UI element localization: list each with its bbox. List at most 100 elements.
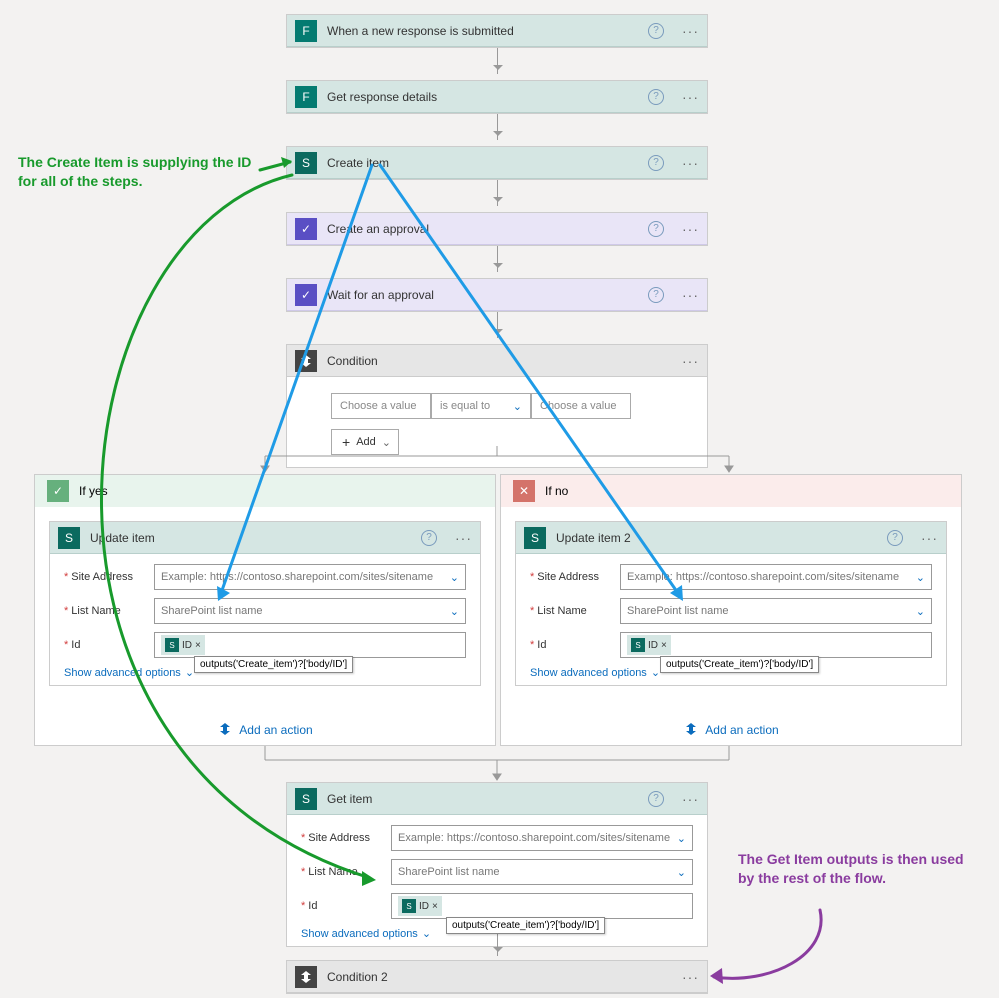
create-approval-step[interactable]: ✓ Create an approval ? ··· — [287, 213, 707, 245]
trigger-step[interactable]: F When a new response is submitted ? ··· — [287, 15, 707, 47]
id-label: Id — [301, 900, 391, 912]
annotation-get-item: The Get Item outputs is then used by the… — [738, 850, 978, 888]
chevron-down-icon: ⌄ — [916, 605, 925, 618]
chevron-down-icon: ⌄ — [450, 605, 459, 618]
if-yes-label: If yes — [79, 484, 108, 498]
condition-row: Choose a value is equal to⌄ Choose a val… — [331, 393, 663, 419]
approval-icon: ✓ — [295, 284, 317, 306]
id-field[interactable]: SID× — [391, 893, 693, 919]
help-icon[interactable]: ? — [648, 155, 664, 171]
help-icon[interactable]: ? — [648, 23, 664, 39]
update-item-step[interactable]: S Update item ? ··· — [50, 522, 480, 554]
help-icon[interactable]: ? — [887, 530, 903, 546]
create-approval-title: Create an approval — [327, 222, 638, 236]
chevron-down-icon: ⌄ — [450, 571, 459, 584]
condition-2-title: Condition 2 — [327, 970, 672, 984]
id-label: Id — [64, 639, 154, 651]
annotation-create-item: The Create Item is supplying the ID for … — [18, 153, 268, 191]
more-icon[interactable]: ··· — [682, 287, 699, 303]
id-label: Id — [530, 639, 620, 651]
get-item-step[interactable]: S Get item ? ··· — [287, 783, 707, 815]
condition-title: Condition — [327, 354, 672, 368]
id-tooltip: outputs('Create_item')?['body/ID'] — [446, 917, 605, 934]
if-no-header: ✕ If no — [501, 475, 961, 507]
get-response-title: Get response details — [327, 90, 638, 104]
id-tooltip: outputs('Create_item')?['body/ID'] — [194, 656, 353, 673]
site-address-field[interactable]: Example: https://contoso.sharepoint.com/… — [391, 825, 693, 851]
connector-arrow — [497, 312, 498, 338]
forms-icon: F — [295, 20, 317, 42]
if-yes-header: ✓ If yes — [35, 475, 495, 507]
create-item-title: Create item — [327, 156, 638, 170]
connector-arrow — [497, 246, 498, 272]
wait-approval-step[interactable]: ✓ Wait for an approval ? ··· — [287, 279, 707, 311]
condition-value2[interactable]: Choose a value — [531, 393, 631, 419]
condition-operator[interactable]: is equal to⌄ — [431, 393, 531, 419]
more-icon[interactable]: ··· — [682, 155, 699, 171]
help-icon[interactable]: ? — [648, 221, 664, 237]
chevron-down-icon: ⌄ — [677, 866, 686, 879]
help-icon[interactable]: ? — [648, 287, 664, 303]
more-icon[interactable]: ··· — [682, 791, 699, 807]
forms-icon: F — [295, 86, 317, 108]
connector-arrow — [497, 48, 498, 74]
create-item-step[interactable]: S Create item ? ··· — [287, 147, 707, 179]
site-address-field[interactable]: Example: https://contoso.sharepoint.com/… — [620, 564, 932, 590]
id-field[interactable]: SID× — [154, 632, 466, 658]
site-address-field[interactable]: Example: https://contoso.sharepoint.com/… — [154, 564, 466, 590]
id-token[interactable]: SID× — [627, 635, 671, 655]
add-action-button[interactable]: Add an action — [501, 722, 961, 738]
update-item-2-step[interactable]: S Update item 2 ? ··· — [516, 522, 946, 554]
list-name-label: List Name — [301, 866, 391, 878]
approval-icon: ✓ — [295, 218, 317, 240]
sharepoint-icon: S — [58, 527, 80, 549]
id-field[interactable]: SID× — [620, 632, 932, 658]
flow-canvas: { "annotations": { "left_top": "The Crea… — [0, 0, 999, 998]
more-icon[interactable]: ··· — [682, 969, 699, 985]
get-response-step[interactable]: F Get response details ? ··· — [287, 81, 707, 113]
wait-approval-title: Wait for an approval — [327, 288, 638, 302]
chevron-down-icon: ⌄ — [916, 571, 925, 584]
if-no-label: If no — [545, 484, 568, 498]
site-address-label: Site Address — [530, 571, 620, 583]
connector-arrow — [497, 180, 498, 206]
update-item-2-title: Update item 2 — [556, 531, 877, 545]
sharepoint-icon: S — [295, 788, 317, 810]
add-action-button[interactable]: Add an action — [35, 722, 495, 738]
help-icon[interactable]: ? — [648, 89, 664, 105]
id-token[interactable]: SID× — [398, 896, 442, 916]
trigger-title: When a new response is submitted — [327, 24, 638, 38]
more-icon[interactable]: ··· — [682, 221, 699, 237]
connector-arrow — [497, 932, 498, 956]
id-tooltip: outputs('Create_item')?['body/ID'] — [660, 656, 819, 673]
condition-value1[interactable]: Choose a value — [331, 393, 431, 419]
site-address-label: Site Address — [301, 832, 391, 844]
update-item-title: Update item — [90, 531, 411, 545]
condition-step[interactable]: Condition ··· — [287, 345, 707, 377]
site-address-label: Site Address — [64, 571, 154, 583]
condition-add-button[interactable]: +Add⌄ — [331, 429, 399, 455]
condition-2-step[interactable]: Condition 2 ··· — [287, 961, 707, 993]
list-name-label: List Name — [530, 605, 620, 617]
list-name-label: List Name — [64, 605, 154, 617]
chevron-down-icon: ⌄ — [677, 832, 686, 845]
get-item-title: Get item — [327, 792, 638, 806]
connector-arrow — [497, 114, 498, 140]
list-name-field[interactable]: SharePoint list name⌄ — [620, 598, 932, 624]
more-icon[interactable]: ··· — [682, 89, 699, 105]
close-icon: ✕ — [513, 480, 535, 502]
list-name-field[interactable]: SharePoint list name⌄ — [154, 598, 466, 624]
sharepoint-icon: S — [524, 527, 546, 549]
condition-icon — [295, 350, 317, 372]
condition-icon — [295, 966, 317, 988]
help-icon[interactable]: ? — [421, 530, 437, 546]
more-icon[interactable]: ··· — [921, 530, 938, 546]
more-icon[interactable]: ··· — [455, 530, 472, 546]
help-icon[interactable]: ? — [648, 791, 664, 807]
more-icon[interactable]: ··· — [682, 353, 699, 369]
sharepoint-icon: S — [295, 152, 317, 174]
list-name-field[interactable]: SharePoint list name⌄ — [391, 859, 693, 885]
more-icon[interactable]: ··· — [682, 23, 699, 39]
check-icon: ✓ — [47, 480, 69, 502]
id-token[interactable]: SID× — [161, 635, 205, 655]
